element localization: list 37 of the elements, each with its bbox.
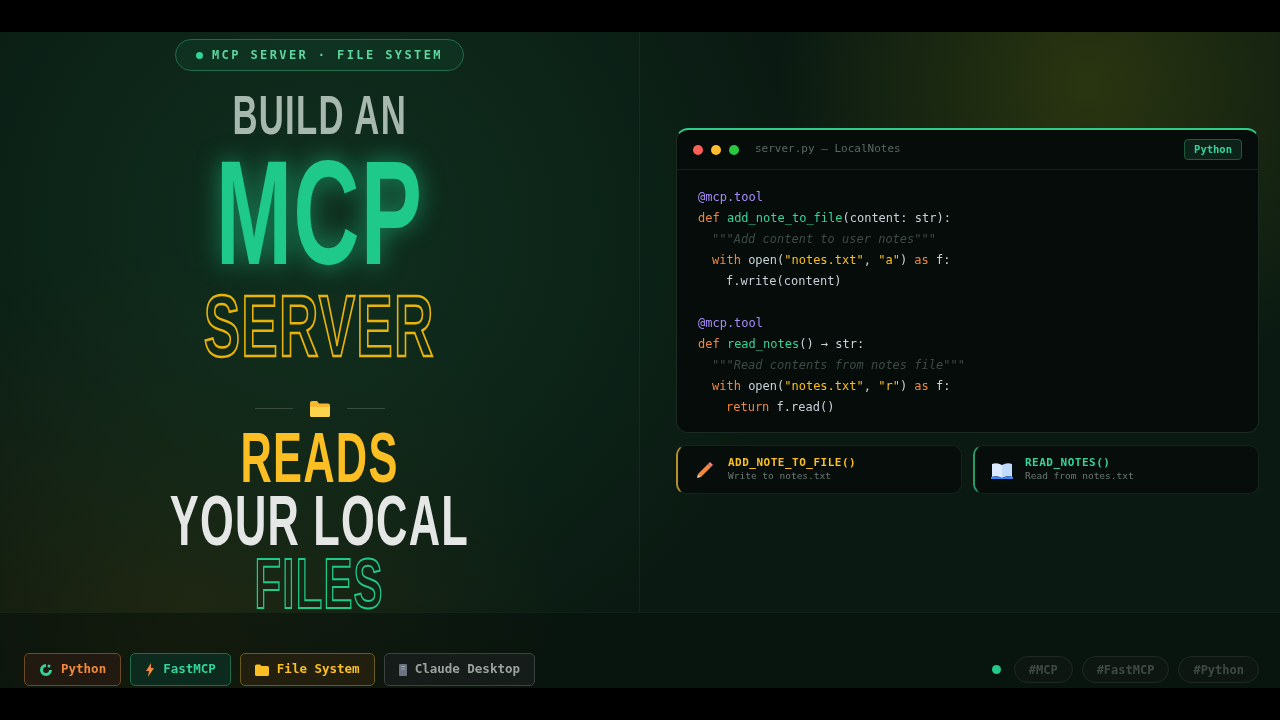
status-dot-icon	[196, 51, 203, 59]
tagline-text: FILES	[254, 553, 385, 615]
code-line: return f.read()	[725, 399, 836, 416]
badge-text: MCP SERVER · FILE SYSTEM	[212, 47, 443, 64]
code-line: f.write(content)	[725, 273, 843, 290]
tool-description: Read from notes.txt	[1025, 469, 1134, 483]
tool-name: ADD_NOTE_TO_FILE()	[728, 456, 857, 470]
code-line: with open("notes.txt", "a") as f:	[711, 252, 952, 269]
code-line: def read_notes() → str:	[698, 336, 866, 353]
language-badge: Python	[1184, 138, 1242, 161]
book-icon	[991, 460, 1013, 479]
maximize-button[interactable]	[729, 144, 739, 155]
headline-text: BUILD AN	[232, 91, 407, 140]
tagline-text: YOUR LOCAL	[169, 490, 470, 552]
code-line: with open("notes.txt", "r") as f:	[711, 378, 952, 395]
headline-text: MCP	[215, 149, 424, 277]
headline-text: SERVER	[204, 288, 435, 364]
minimize-button[interactable]	[711, 144, 721, 155]
tagline-text: READS	[240, 427, 399, 489]
code-line: """Read contents from notes file"""	[711, 357, 966, 374]
folder-icon	[254, 663, 269, 676]
tool-name: READ_NOTES()	[1025, 456, 1112, 470]
code-line: @mcp.tool	[698, 315, 765, 332]
tag-label: FastMCP	[163, 660, 216, 679]
server-icon	[398, 663, 407, 676]
tool-description: Write to notes.txt	[728, 469, 832, 483]
folder-icon	[308, 399, 331, 418]
code-line: @mcp.tool	[698, 189, 765, 206]
window-title: server.py — LocalNotes	[755, 141, 901, 158]
status-dot-icon	[991, 665, 1001, 674]
close-button[interactable]	[693, 144, 703, 155]
code-line: def add_note_to_file(content: str):	[698, 210, 952, 227]
code-line: """Add content to user notes"""	[711, 231, 937, 248]
lightning-icon	[145, 662, 156, 677]
tag-label: Claude Desktop	[414, 660, 520, 679]
tag-label: File System	[276, 660, 360, 679]
tag-label: Python	[61, 660, 107, 679]
